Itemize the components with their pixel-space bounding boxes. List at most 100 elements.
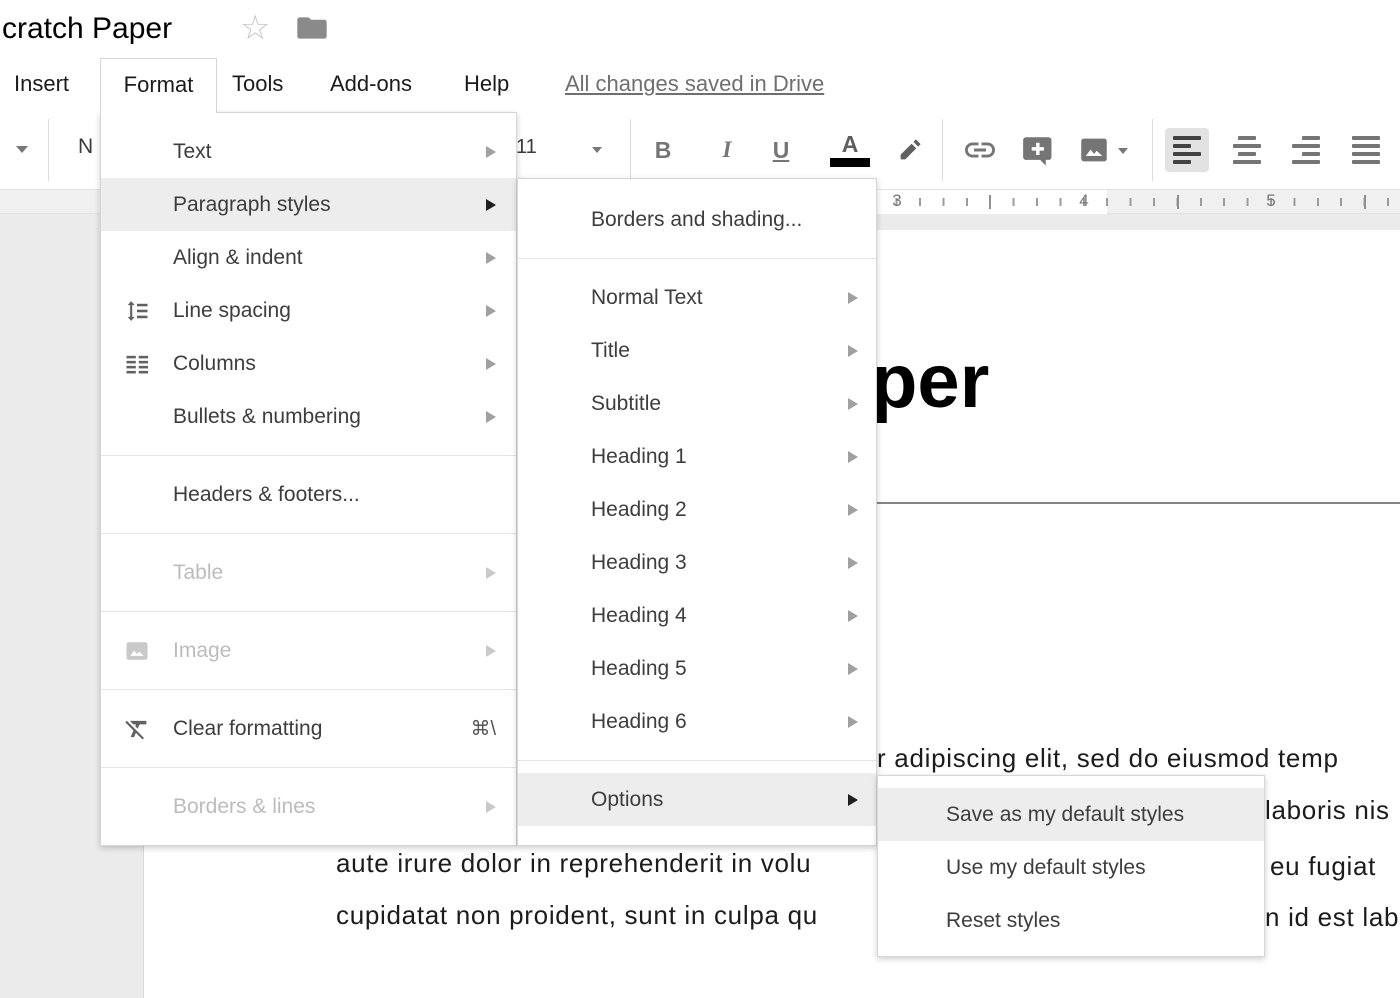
menu-item-borders-shading[interactable]: Borders and shading... [518, 193, 876, 246]
font-size-value[interactable]: 11 [516, 136, 537, 159]
doc-body-line: cupidatat non proident, sunt in culpa qu [336, 900, 818, 931]
menu-item-heading-1[interactable]: Heading 1 [518, 430, 876, 483]
menu-item-heading-3[interactable]: Heading 3 [518, 536, 876, 589]
menu-item-reset-styles[interactable]: Reset styles [878, 894, 1264, 947]
line-spacing-icon [117, 284, 157, 337]
google-docs-window: per r adipiscing elit, sed do eiusmod te… [0, 0, 1400, 998]
image-dropdown-caret-icon[interactable] [1118, 148, 1128, 154]
ruler-halftick [1177, 195, 1179, 209]
menu-divider [101, 689, 516, 690]
options-submenu: Save as my default styles Use my default… [877, 775, 1265, 957]
link-icon[interactable] [960, 130, 1000, 170]
menu-divider [518, 258, 876, 259]
menu-item-heading-5[interactable]: Heading 5 [518, 642, 876, 695]
insert-image-icon[interactable] [1074, 130, 1114, 170]
menu-add-ons[interactable]: Add-ons [330, 58, 412, 110]
paragraph-styles-submenu: Borders and shading... Normal Text Title… [517, 178, 877, 846]
toolbar-divider [942, 119, 943, 181]
doc-body-line: aute irure dolor in reprehenderit in vol… [336, 848, 811, 879]
image-icon [117, 624, 157, 677]
submenu-arrow-icon [848, 610, 858, 622]
menu-item-line-spacing[interactable]: Line spacing [101, 284, 516, 337]
font-size-caret-icon[interactable] [592, 147, 602, 153]
submenu-arrow-icon [486, 411, 496, 423]
doc-body-line: eu fugiat [1270, 851, 1376, 882]
menu-item-subtitle[interactable]: Subtitle [518, 377, 876, 430]
submenu-arrow-icon [848, 398, 858, 410]
menu-item-borders-lines: Borders & lines [101, 780, 516, 833]
text-color-button[interactable]: A [828, 130, 872, 170]
ruler-halftick [1364, 195, 1366, 209]
menu-item-bullets-numbering[interactable]: Bullets & numbering [101, 390, 516, 443]
menu-item-heading-2[interactable]: Heading 2 [518, 483, 876, 536]
menu-item-text[interactable]: Text [101, 125, 516, 178]
menu-help[interactable]: Help [464, 58, 509, 110]
menu-format[interactable]: Format [100, 58, 217, 113]
menu-item-normal-text[interactable]: Normal Text [518, 271, 876, 324]
align-right-button[interactable] [1284, 128, 1328, 172]
menu-item-heading-6[interactable]: Heading 6 [518, 695, 876, 748]
submenu-arrow-icon [486, 146, 496, 158]
submenu-arrow-icon [486, 358, 496, 370]
add-comment-icon[interactable] [1018, 130, 1058, 170]
dropdown-caret-icon[interactable] [16, 146, 28, 153]
ruler-number: 3 [892, 191, 901, 211]
menu-item-align-indent[interactable]: Align & indent [101, 231, 516, 284]
submenu-arrow-icon [486, 252, 496, 264]
submenu-arrow-icon [848, 557, 858, 569]
submenu-arrow-icon [848, 345, 858, 357]
document-title[interactable]: cratch Paper [2, 12, 172, 46]
align-center-button[interactable] [1225, 128, 1269, 172]
menu-item-paragraph-styles[interactable]: Paragraph styles [101, 178, 516, 231]
menu-item-title[interactable]: Title [518, 324, 876, 377]
menu-divider [101, 533, 516, 534]
align-left-button[interactable] [1165, 128, 1209, 172]
highlighter-icon[interactable] [890, 130, 930, 170]
star-icon[interactable]: ☆ [240, 6, 270, 50]
submenu-arrow-icon [848, 451, 858, 463]
menu-item-image: Image [101, 624, 516, 677]
submenu-arrow-icon [486, 199, 496, 211]
underline-button[interactable]: U [761, 130, 801, 170]
ruler-halftick [989, 195, 991, 209]
italic-button[interactable]: I [707, 130, 747, 170]
menu-divider [518, 760, 876, 761]
submenu-arrow-icon [848, 663, 858, 675]
shortcut-label: ⌘\ [470, 716, 496, 741]
menu-item-clear-formatting[interactable]: Clear formatting ⌘\ [101, 702, 516, 755]
save-status-link[interactable]: All changes saved in Drive [565, 58, 824, 110]
doc-title-text-fragment: per [871, 338, 989, 425]
toolbar-divider [1152, 119, 1153, 181]
clear-formatting-icon [117, 702, 157, 755]
ruler-number: 4 [1079, 191, 1088, 211]
folder-icon[interactable] [296, 14, 328, 47]
submenu-arrow-icon [848, 794, 858, 806]
title-bar: cratch Paper ☆ [0, 0, 1400, 58]
paragraph-style-dropdown[interactable]: N [78, 135, 93, 159]
menu-divider [101, 767, 516, 768]
submenu-arrow-icon [486, 645, 496, 657]
menu-item-heading-4[interactable]: Heading 4 [518, 589, 876, 642]
doc-body-line: laboris nis [1265, 795, 1390, 826]
menu-item-use-default-styles[interactable]: Use my default styles [878, 841, 1264, 894]
submenu-arrow-icon [486, 567, 496, 579]
menu-divider [101, 455, 516, 456]
justify-button[interactable] [1344, 128, 1388, 172]
bold-button[interactable]: B [643, 130, 683, 170]
menu-insert[interactable]: Insert [14, 58, 69, 110]
submenu-arrow-icon [848, 292, 858, 304]
submenu-arrow-icon [848, 504, 858, 516]
menu-item-columns[interactable]: Columns [101, 337, 516, 390]
menu-item-headers-footers[interactable]: Headers & footers... [101, 468, 516, 521]
format-menu: Text Paragraph styles Align & indent Lin… [100, 112, 517, 846]
current-color-swatch [830, 158, 870, 167]
submenu-arrow-icon [486, 801, 496, 813]
menu-tools[interactable]: Tools [232, 58, 283, 110]
submenu-arrow-icon [486, 305, 496, 317]
menu-item-options[interactable]: Options [518, 773, 876, 826]
ruler-number: 5 [1266, 191, 1275, 211]
menu-item-save-default-styles[interactable]: Save as my default styles [878, 788, 1264, 841]
doc-body-line: r adipiscing elit, sed do eiusmod temp [877, 743, 1339, 774]
submenu-arrow-icon [848, 716, 858, 728]
toolbar-divider [48, 119, 49, 181]
